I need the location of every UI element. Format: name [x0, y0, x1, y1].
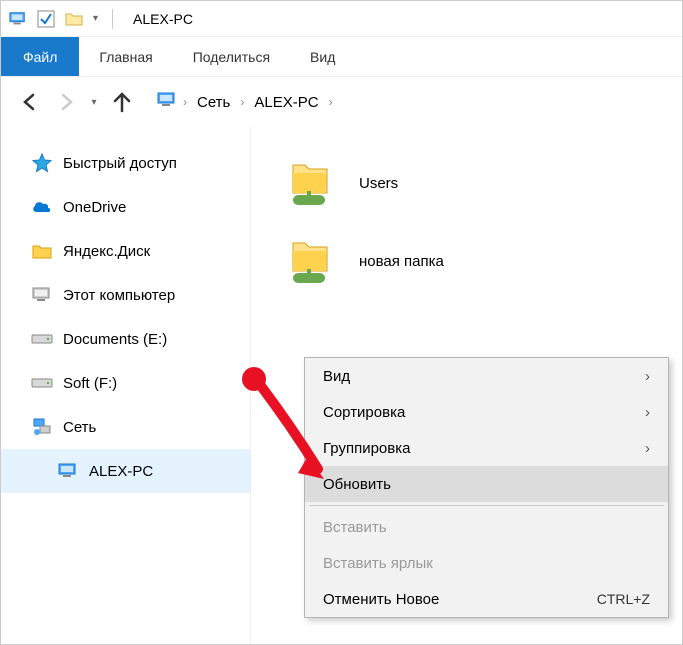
- chevron-right-icon: ›: [645, 368, 650, 385]
- chevron-right-icon[interactable]: ›: [183, 95, 187, 109]
- ctx-label: Группировка: [323, 440, 410, 457]
- drive-icon: [31, 328, 53, 350]
- app-icon: [9, 10, 27, 28]
- chevron-right-icon: ›: [645, 404, 650, 421]
- sidebar-item-quickaccess[interactable]: Быстрый доступ: [1, 141, 250, 185]
- ctx-label: Сортировка: [323, 404, 405, 421]
- shared-folder-icon: [281, 233, 337, 289]
- ctx-label: Вид: [323, 368, 350, 385]
- chevron-right-icon[interactable]: ›: [240, 95, 244, 109]
- pc-icon: [31, 284, 53, 306]
- recent-dropdown[interactable]: ▾: [87, 87, 101, 117]
- sidebar: Быстрый доступ OneDrive Яндекс.Диск Этот…: [1, 127, 251, 644]
- navigation-row: ▾ › Сеть › ALEX-PC ›: [1, 77, 682, 127]
- folder-small-icon[interactable]: [65, 10, 83, 28]
- ctx-group[interactable]: Группировка ›: [305, 430, 668, 466]
- sidebar-item-label: Этот компьютер: [63, 287, 175, 304]
- folder-label: Users: [359, 175, 398, 192]
- sidebar-item-label: ALEX-PC: [89, 463, 153, 480]
- window-title: ALEX-PC: [133, 11, 193, 27]
- ctx-separator: [309, 505, 664, 506]
- breadcrumb-alexpc[interactable]: ALEX-PC: [250, 92, 322, 113]
- sidebar-item-yandex[interactable]: Яндекс.Диск: [1, 229, 250, 273]
- sidebar-item-label: Сеть: [63, 419, 96, 436]
- chevron-right-icon[interactable]: ›: [329, 95, 333, 109]
- ctx-refresh[interactable]: Обновить: [305, 466, 668, 502]
- up-button[interactable]: [107, 87, 137, 117]
- back-button[interactable]: [15, 87, 45, 117]
- folder-icon: [31, 240, 53, 262]
- chevron-right-icon: ›: [645, 440, 650, 457]
- ctx-sort[interactable]: Сортировка ›: [305, 394, 668, 430]
- pc-icon: [157, 92, 177, 112]
- ctx-label: Отменить Новое: [323, 591, 439, 608]
- sidebar-item-thispc[interactable]: Этот компьютер: [1, 273, 250, 317]
- ribbon: Файл Главная Поделиться Вид: [1, 37, 682, 77]
- ctx-paste: Вставить: [305, 509, 668, 545]
- breadcrumb-network[interactable]: Сеть: [193, 92, 234, 113]
- forward-button[interactable]: [51, 87, 81, 117]
- sidebar-item-drive-e[interactable]: Documents (E:): [1, 317, 250, 361]
- sidebar-item-label: OneDrive: [63, 199, 126, 216]
- checkbox-icon[interactable]: [37, 10, 55, 28]
- tab-share[interactable]: Поделиться: [173, 37, 290, 76]
- folder-label: новая папка: [359, 253, 444, 270]
- star-icon: [31, 152, 53, 174]
- ctx-paste-shortcut: Вставить ярлык: [305, 545, 668, 581]
- sidebar-item-onedrive[interactable]: OneDrive: [1, 185, 250, 229]
- context-menu: Вид › Сортировка › Группировка › Обновит…: [304, 357, 669, 618]
- sidebar-item-label: Яндекс.Диск: [63, 243, 150, 260]
- sidebar-item-drive-f[interactable]: Soft (F:): [1, 361, 250, 405]
- ctx-shortcut: CTRL+Z: [597, 591, 650, 607]
- titlebar: ▾ ALEX-PC: [1, 1, 682, 37]
- separator: [112, 9, 113, 29]
- ctx-view[interactable]: Вид ›: [305, 358, 668, 394]
- ctx-label: Вставить ярлык: [323, 555, 433, 572]
- breadcrumb[interactable]: › Сеть › ALEX-PC ›: [157, 92, 333, 113]
- shared-folder-icon: [281, 155, 337, 211]
- sidebar-item-network[interactable]: Сеть: [1, 405, 250, 449]
- ctx-label: Обновить: [323, 476, 391, 493]
- folder-users[interactable]: Users: [281, 155, 652, 211]
- ctx-undo[interactable]: Отменить Новое CTRL+Z: [305, 581, 668, 617]
- sidebar-item-label: Soft (F:): [63, 375, 117, 392]
- folder-newfolder[interactable]: новая папка: [281, 233, 652, 289]
- drive-icon: [31, 372, 53, 394]
- sidebar-item-label: Быстрый доступ: [63, 155, 177, 172]
- sidebar-item-label: Documents (E:): [63, 331, 167, 348]
- sidebar-item-alexpc[interactable]: ALEX-PC: [1, 449, 250, 493]
- tab-home[interactable]: Главная: [79, 37, 172, 76]
- ctx-label: Вставить: [323, 519, 387, 536]
- tab-view[interactable]: Вид: [290, 37, 355, 76]
- cloud-icon: [31, 196, 53, 218]
- network-icon: [31, 416, 53, 438]
- dropdown-icon[interactable]: ▾: [93, 13, 98, 24]
- tab-file[interactable]: Файл: [1, 37, 79, 76]
- pc-icon: [57, 460, 79, 482]
